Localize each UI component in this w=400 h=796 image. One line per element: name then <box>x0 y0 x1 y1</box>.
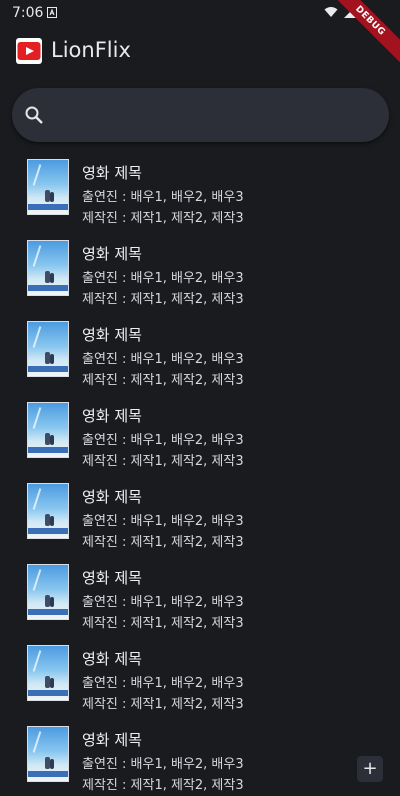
movie-crew: 제작진 : 제작1, 제작2, 제작3 <box>82 697 244 712</box>
search-input[interactable] <box>60 98 374 134</box>
movie-list-item[interactable]: 영화 제목 출연진 : 배우1, 배우2, 배우3 제작진 : 제작1, 제작2… <box>0 634 400 715</box>
status-bar: 7:06 DEBUG <box>0 0 400 70</box>
movie-cast: 출연진 : 배우1, 배우2, 배우3 <box>82 757 244 772</box>
movie-list-item[interactable]: 영화 제목 출연진 : 배우1, 배우2, 배우3 제작진 : 제작1, 제작2… <box>0 391 400 472</box>
movie-cast: 출연진 : 배우1, 배우2, 배우3 <box>82 514 244 529</box>
movie-cast: 출연진 : 배우1, 배우2, 배우3 <box>82 433 244 448</box>
movie-crew: 제작진 : 제작1, 제작2, 제작3 <box>82 454 244 469</box>
movie-poster <box>27 645 69 701</box>
movie-title: 영화 제목 <box>82 650 142 668</box>
movie-title: 영화 제목 <box>82 245 142 263</box>
movie-title: 영화 제목 <box>82 164 142 182</box>
movie-poster <box>27 321 69 377</box>
movie-list-item[interactable]: 영화 제목 출연진 : 배우1, 배우2, 배우3 제작진 : 제작1, 제작2… <box>0 310 400 391</box>
app-title: LionFlix <box>51 38 131 62</box>
search-icon[interactable] <box>24 105 44 125</box>
movie-list-item[interactable]: 영화 제목 출연진 : 배우1, 배우2, 배우3 제작진 : 제작1, 제작2… <box>0 553 400 634</box>
movie-crew: 제작진 : 제작1, 제작2, 제작3 <box>82 373 244 388</box>
wifi-icon <box>324 7 338 17</box>
movie-list-item[interactable]: 영화 제목 출연진 : 배우1, 배우2, 배우3 제작진 : 제작1, 제작2… <box>0 472 400 553</box>
notification-icon <box>47 7 57 18</box>
movie-crew: 제작진 : 제작1, 제작2, 제작3 <box>82 535 244 550</box>
movie-cast: 출연진 : 배우1, 배우2, 배우3 <box>82 190 244 205</box>
movie-list-item[interactable]: 영화 제목 출연진 : 배우1, 배우2, 배우3 제작진 : 제작1, 제작2… <box>0 148 400 229</box>
movie-list-item[interactable]: 영화 제목 출연진 : 배우1, 배우2, 배우3 제작진 : 제작1, 제작2… <box>0 715 400 796</box>
movie-poster <box>27 402 69 458</box>
movie-title: 영화 제목 <box>82 407 142 425</box>
movie-title: 영화 제목 <box>82 569 142 587</box>
add-button[interactable]: + <box>357 756 383 782</box>
app-bar: LionFlix <box>0 26 400 78</box>
movie-crew: 제작진 : 제작1, 제작2, 제작3 <box>82 292 244 307</box>
movie-list-item[interactable]: 영화 제목 출연진 : 배우1, 배우2, 배우3 제작진 : 제작1, 제작2… <box>0 229 400 310</box>
search-bar[interactable] <box>12 88 389 142</box>
movie-cast: 출연진 : 배우1, 배우2, 배우3 <box>82 595 244 610</box>
movie-cast: 출연진 : 배우1, 배우2, 배우3 <box>82 271 244 286</box>
movie-crew: 제작진 : 제작1, 제작2, 제작3 <box>82 778 244 793</box>
movie-poster <box>27 726 69 782</box>
movie-title: 영화 제목 <box>82 731 142 749</box>
movie-crew: 제작진 : 제작1, 제작2, 제작3 <box>82 211 244 226</box>
movie-crew: 제작진 : 제작1, 제작2, 제작3 <box>82 616 244 631</box>
movie-list[interactable]: 영화 제목 출연진 : 배우1, 배우2, 배우3 제작진 : 제작1, 제작2… <box>0 148 400 796</box>
status-time: 7:06 <box>12 5 44 21</box>
movie-cast: 출연진 : 배우1, 배우2, 배우3 <box>82 676 244 691</box>
movie-cast: 출연진 : 배우1, 배우2, 배우3 <box>82 352 244 367</box>
movie-poster <box>27 564 69 620</box>
movie-poster <box>27 483 69 539</box>
play-logo-icon <box>16 38 42 64</box>
movie-title: 영화 제목 <box>82 326 142 344</box>
movie-poster <box>27 240 69 296</box>
movie-poster <box>27 159 69 215</box>
movie-title: 영화 제목 <box>82 488 142 506</box>
